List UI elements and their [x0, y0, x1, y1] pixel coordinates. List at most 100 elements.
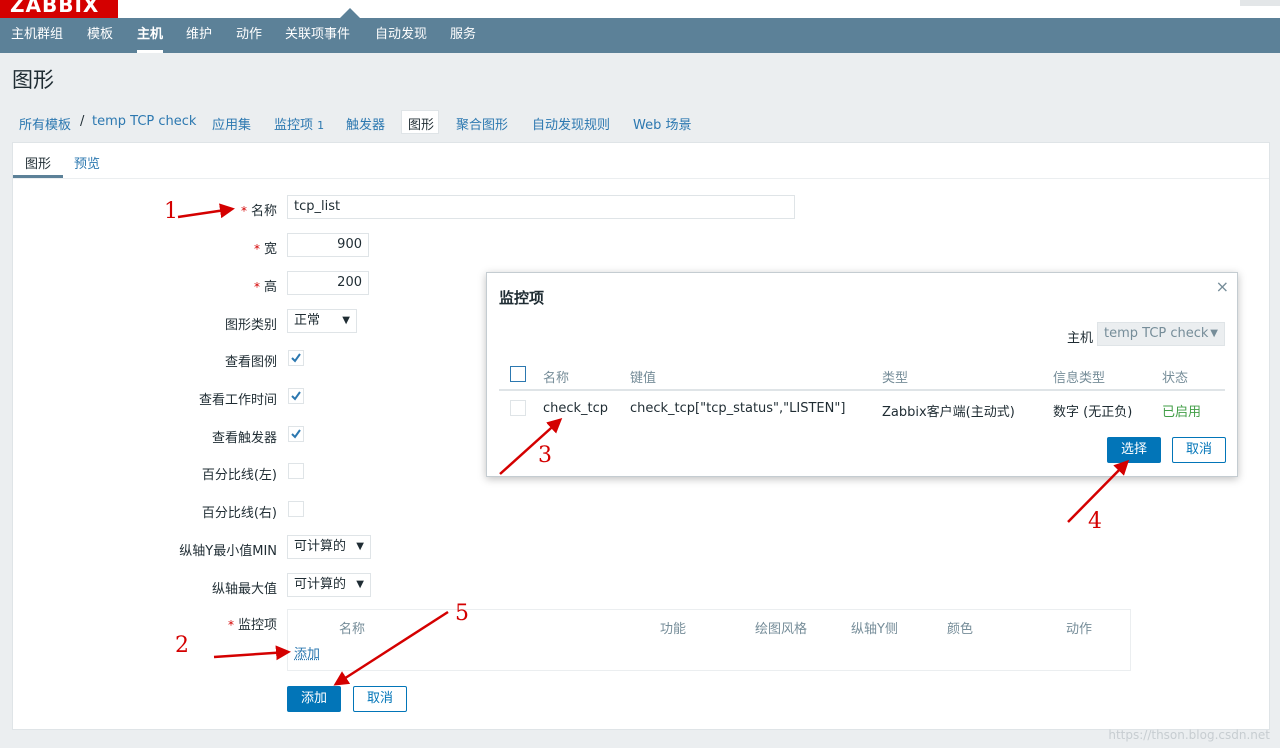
breadcrumb-items-label: 监控项	[274, 118, 314, 133]
breadcrumb-template[interactable]: temp TCP check	[92, 114, 196, 129]
header-divider	[499, 389, 1225, 391]
required-marker: *	[253, 242, 260, 256]
col-color: 颜色	[947, 622, 974, 637]
tab-graph[interactable]: 图形	[25, 153, 51, 172]
nav-discovery[interactable]: 自动发现	[375, 18, 427, 53]
ymax-select[interactable]: 可计算的 ▼	[287, 573, 371, 597]
host-select[interactable]: temp TCP check ▼	[1097, 322, 1225, 346]
chevron-down-icon: ▼	[342, 315, 350, 326]
ymin-label: 纵轴Y最小值MIN	[179, 544, 277, 559]
breadcrumb-screens[interactable]: 聚合图形	[456, 114, 508, 133]
items-label: * 监控项	[228, 614, 277, 633]
nav-services[interactable]: 服务	[450, 18, 476, 53]
breadcrumb-applications[interactable]: 应用集	[212, 114, 251, 133]
breadcrumb-separator: /	[80, 114, 85, 129]
dialog-cancel-button[interactable]: 取消	[1172, 437, 1226, 463]
item-info-type: 数字 (无正负)	[1053, 405, 1133, 420]
active-menu-caret	[340, 8, 360, 18]
ymin-value: 可计算的	[294, 539, 347, 554]
breadcrumb-all-templates[interactable]: 所有模板	[19, 114, 71, 133]
select-button[interactable]: 选择	[1107, 437, 1161, 463]
col-function: 功能	[660, 622, 687, 637]
nav-maintenance[interactable]: 维护	[186, 18, 212, 53]
host-label: 主机	[1067, 331, 1094, 346]
annotation-3: 3	[538, 443, 552, 468]
items-label-text: 监控项	[237, 618, 277, 633]
show-legend-label: 查看图例	[224, 355, 277, 370]
page-title: 图形	[12, 68, 54, 92]
row-checkbox[interactable]	[510, 400, 526, 416]
add-button[interactable]: 添加	[287, 686, 341, 712]
height-label: * 高	[254, 276, 277, 295]
checkmark-icon	[291, 429, 301, 439]
header-right-control[interactable]	[1240, 0, 1280, 6]
breadcrumb: 所有模板 / temp TCP check 应用集 监控项 1 触发器 图形 聚…	[12, 106, 1280, 140]
ymin-select[interactable]: 可计算的 ▼	[287, 535, 371, 559]
close-icon[interactable]: ×	[1216, 277, 1229, 296]
ymax-label: 纵轴最大值	[211, 582, 277, 597]
name-label-text: 名称	[250, 204, 277, 219]
form-tabs: 图形 预览	[13, 143, 1269, 179]
name-input[interactable]: tcp_list	[287, 195, 795, 219]
item-type: Zabbix客户端(主动式)	[882, 405, 1015, 420]
annotation-1: 1	[164, 199, 178, 224]
required-marker: *	[253, 280, 260, 294]
breadcrumb-triggers[interactable]: 触发器	[346, 114, 385, 133]
graph-type-select[interactable]: 正常 ▼	[287, 309, 357, 333]
show-triggers-checkbox[interactable]	[288, 426, 304, 442]
annotation-2: 2	[175, 633, 189, 658]
items-picker-dialog: 监控项 × 主机 temp TCP check ▼ 名称 键值 类型 信息类型 状…	[486, 272, 1238, 477]
width-input[interactable]: 900	[287, 233, 369, 257]
width-label: * 宽	[254, 238, 277, 257]
cancel-button[interactable]: 取消	[353, 686, 407, 712]
percentile-left-checkbox[interactable]	[288, 463, 304, 479]
show-working-time-label: 查看工作时间	[198, 393, 277, 408]
chevron-down-icon: ▼	[356, 579, 364, 590]
chevron-down-icon: ▼	[356, 541, 364, 552]
nav-host-groups[interactable]: 主机群组	[11, 18, 63, 53]
height-input[interactable]: 200	[287, 271, 369, 295]
nav-event-correlation[interactable]: 关联项事件	[285, 18, 350, 53]
zabbix-logo[interactable]: ZABBIX	[0, 0, 118, 18]
show-legend-checkbox[interactable]	[288, 350, 304, 366]
col-draw-style: 绘图风格	[755, 622, 808, 637]
breadcrumb-discovery[interactable]: 自动发现规则	[532, 114, 610, 133]
height-label-text: 高	[263, 280, 277, 295]
add-item-link[interactable]: 添加	[294, 643, 320, 662]
item-key: check_tcp["tcp_status","LISTEN"]	[630, 401, 846, 416]
tab-active-underline	[13, 175, 63, 178]
col-key: 键值	[630, 371, 657, 386]
nav-hosts[interactable]: 主机	[137, 18, 164, 53]
col-name: 名称	[543, 371, 570, 386]
col-y-axis-side: 纵轴Y侧	[851, 622, 898, 637]
percentile-left-label: 百分比线(左)	[201, 468, 277, 483]
breadcrumb-items[interactable]: 监控项 1	[274, 114, 324, 133]
nav-hosts-label: 主机	[137, 27, 164, 42]
annotation-5: 5	[455, 601, 469, 626]
required-marker: *	[240, 204, 247, 218]
graph-type-value: 正常	[294, 313, 321, 328]
breadcrumb-items-count: 1	[317, 119, 325, 132]
select-all-checkbox[interactable]	[510, 366, 526, 382]
main-navigation: 主机群组 模板 主机 维护 动作 关联项事件 自动发现 服务	[0, 18, 1280, 53]
nav-actions[interactable]: 动作	[236, 18, 262, 53]
name-label: * 名称	[241, 200, 277, 219]
show-triggers-label: 查看触发器	[211, 431, 277, 446]
breadcrumb-graphs[interactable]: 图形	[408, 114, 434, 133]
item-name-link[interactable]: check_tcp	[543, 401, 608, 416]
watermark: https://thson.blog.csdn.net	[1108, 728, 1270, 742]
chevron-down-icon: ▼	[1210, 328, 1218, 339]
checkmark-icon	[291, 353, 301, 363]
breadcrumb-web[interactable]: Web 场景	[633, 114, 691, 133]
tab-preview[interactable]: 预览	[74, 153, 100, 172]
dialog-title: 监控项	[499, 289, 545, 307]
col-name: 名称	[339, 622, 366, 637]
width-label-text: 宽	[263, 242, 277, 257]
col-status: 状态	[1162, 371, 1189, 386]
show-working-time-checkbox[interactable]	[288, 388, 304, 404]
percentile-right-checkbox[interactable]	[288, 501, 304, 517]
col-info-type: 信息类型	[1053, 371, 1106, 386]
graph-type-label: 图形类别	[224, 318, 277, 333]
nav-templates[interactable]: 模板	[87, 18, 113, 53]
checkmark-icon	[291, 391, 301, 401]
